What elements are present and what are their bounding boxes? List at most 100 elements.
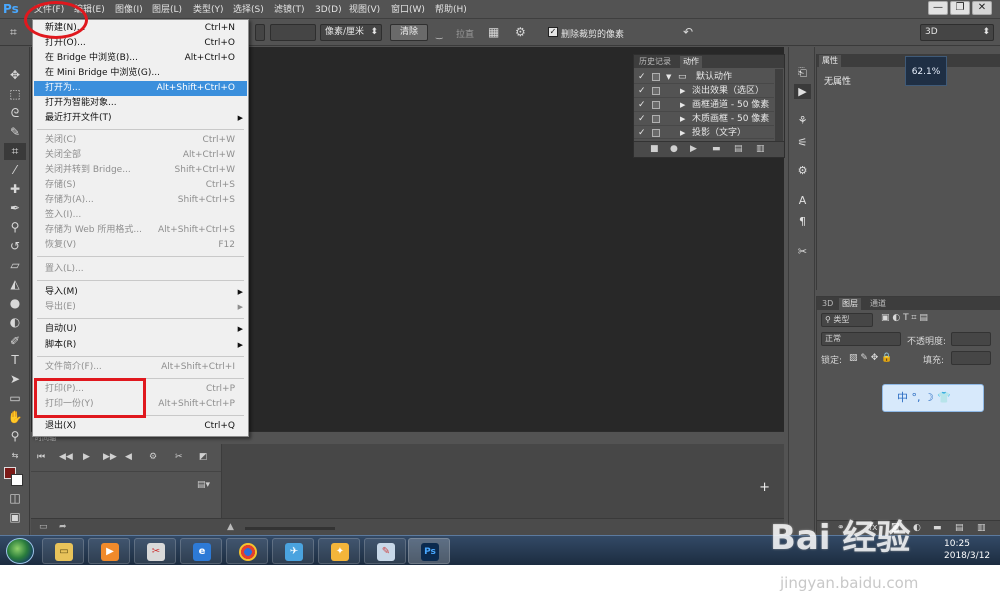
record-icon[interactable]: ● — [670, 144, 678, 154]
minimize-button[interactable]: — — [928, 1, 948, 15]
stop-icon[interactable]: ■ — [650, 144, 659, 154]
trash-icon[interactable]: ▥ — [756, 144, 765, 154]
taskbar-app-3[interactable]: ✂ — [134, 538, 176, 564]
quick-mask-icon[interactable]: ◫ — [4, 490, 26, 507]
menu-item-save-for-web[interactable]: 存储为 Web 所用格式... Alt+Shift+Ctrl+S — [34, 223, 247, 238]
menu-item-close-all[interactable]: 关闭全部 Alt+Ctrl+W — [34, 148, 247, 163]
split-icon[interactable]: ✂ — [175, 452, 183, 462]
taskbar-chrome[interactable] — [226, 538, 268, 564]
menu-item-export[interactable]: 导出(E) ▶ — [34, 300, 247, 315]
menu-item-exit[interactable]: 退出(X) Ctrl+Q — [34, 419, 247, 434]
crop-tool-icon[interactable]: ⌗ — [10, 25, 17, 39]
eraser-tool-icon[interactable]: ▱ — [4, 257, 26, 274]
check-icon[interactable]: ✓ — [638, 126, 646, 138]
menu-filter[interactable]: 滤镜(T) — [274, 3, 305, 17]
grid-overlay-icon[interactable]: ▦ — [488, 25, 499, 39]
ime-toolbar[interactable]: 中 °, ☽ 👕 — [882, 384, 984, 412]
dialog-toggle[interactable] — [652, 101, 660, 109]
menu-layer[interactable]: 图层(L) — [152, 3, 182, 17]
action-row[interactable]: ✓ ▶ 淡出效果（选区） — [634, 84, 774, 98]
first-frame-icon[interactable]: ⏮ — [37, 452, 45, 462]
taskbar-explorer[interactable]: ▭ — [42, 538, 84, 564]
delete-cropped-checkbox[interactable]: ✓ — [548, 27, 558, 37]
close-button[interactable]: ✕ — [972, 1, 992, 15]
clock-date[interactable]: 2018/3/12 — [944, 551, 990, 561]
clear-button[interactable]: 清除 — [390, 24, 428, 41]
dialog-toggle[interactable] — [652, 115, 660, 123]
menu-window[interactable]: 窗口(W) — [391, 3, 425, 17]
check-icon[interactable]: ✓ — [638, 112, 646, 126]
blur-tool-icon[interactable]: ● — [4, 295, 26, 312]
lock-icons[interactable]: ▧ ✎ ✥ 🔒 — [849, 353, 892, 363]
action-row[interactable]: ✓ ▶ 投影（文字） — [634, 126, 774, 139]
menu-item-check-in[interactable]: 签入(I)... — [34, 208, 247, 223]
menu-item-revert[interactable]: 恢复(V) F12 — [34, 238, 247, 253]
menu-view[interactable]: 视图(V) — [349, 3, 380, 17]
chevron-right-icon[interactable]: ▶ — [680, 112, 685, 126]
timeline-zoom-slider[interactable] — [245, 527, 335, 530]
menu-item-browse-mini-bridge[interactable]: 在 Mini Bridge 中浏览(G)... — [34, 66, 247, 81]
type-tool-icon[interactable]: T — [4, 352, 26, 369]
reset-icon[interactable]: ↶ — [683, 25, 693, 39]
menu-item-browse-bridge[interactable]: 在 Bridge 中浏览(B)... Alt+Ctrl+O — [34, 51, 247, 66]
menu-item-open-as-smart-object[interactable]: 打开为智能对象... — [34, 96, 247, 111]
taskbar-paint[interactable]: ✎ — [364, 538, 406, 564]
menu-image[interactable]: 图像(I) — [115, 3, 143, 17]
filter-icons[interactable]: ▣ ◐ T ⌗ ▤ — [881, 313, 928, 323]
brush-preset-icon[interactable]: ⚘ — [794, 113, 811, 128]
opacity-field[interactable] — [951, 332, 991, 346]
add-media-icon[interactable]: + — [759, 480, 770, 495]
history-brush-tool-icon[interactable]: ↺ — [4, 238, 26, 255]
trash-icon[interactable]: ▥ — [977, 523, 986, 533]
layer-kind-filter[interactable]: ⚲ 类型 — [821, 313, 873, 327]
dodge-tool-icon[interactable]: ◐ — [4, 314, 26, 331]
timeline-footer-icon[interactable]: ▭ — [39, 522, 48, 532]
dialog-toggle[interactable] — [652, 129, 660, 137]
menu-help[interactable]: 帮助(H) — [435, 3, 467, 17]
healing-brush-tool-icon[interactable]: ✚ — [4, 181, 26, 198]
zoom-out-icon[interactable]: ▲ — [227, 522, 234, 532]
action-row[interactable]: ✓ ▼ ▭ 默认动作 — [634, 70, 774, 84]
menu-item-automate[interactable]: 自动(U) ▶ — [34, 322, 247, 337]
actions-icon[interactable]: ▶ — [794, 84, 811, 99]
menu-item-open[interactable]: 打开(O)... Ctrl+O — [34, 36, 247, 51]
film-icon[interactable]: ▤▾ — [197, 480, 210, 490]
menu-3d[interactable]: 3D(D) — [315, 3, 342, 17]
menu-item-close-go-bridge[interactable]: 关闭并转到 Bridge... Shift+Ctrl+W — [34, 163, 247, 178]
straighten-label[interactable]: 拉直 — [456, 27, 474, 40]
crop-tool-icon[interactable]: ⌗ — [4, 143, 26, 160]
menu-item-save[interactable]: 存储(S) Ctrl+S — [34, 178, 247, 193]
workspace-select[interactable]: 3D ⬍ — [920, 24, 994, 41]
history-icon[interactable]: ⎗ — [794, 65, 811, 80]
action-row[interactable]: ✓ ▶ 画框通道 - 50 像素 — [634, 98, 774, 112]
restore-button[interactable]: ❐ — [950, 1, 970, 15]
clone-stamp-tool-icon[interactable]: ⚲ — [4, 219, 26, 236]
share-icon[interactable]: ➦ — [59, 522, 67, 532]
tool-presets-icon[interactable]: ✂ — [794, 244, 811, 259]
check-icon[interactable]: ✓ — [638, 70, 646, 84]
actions-scrollbar[interactable] — [775, 69, 783, 141]
eyedropper-tool-icon[interactable]: ⁄ — [4, 162, 26, 179]
hand-tool-icon[interactable]: ✋ — [4, 409, 26, 426]
menu-item-open-as[interactable]: 打开为... Alt+Shift+Ctrl+O — [34, 81, 247, 96]
rectangle-tool-icon[interactable]: ▭ — [4, 390, 26, 407]
play-icon[interactable]: ▶ — [83, 452, 90, 462]
menu-item-scripts[interactable]: 脚本(R) ▶ — [34, 338, 247, 353]
new-set-icon[interactable]: ▬ — [712, 144, 721, 154]
check-icon[interactable]: ✓ — [638, 84, 646, 98]
menu-item-close[interactable]: 关闭(C) Ctrl+W — [34, 133, 247, 148]
check-icon[interactable]: ✓ — [638, 98, 646, 112]
straighten-icon[interactable]: ‿ — [436, 28, 442, 42]
dialog-toggle[interactable] — [652, 73, 660, 81]
next-frame-icon[interactable]: ▶▶ — [103, 452, 117, 462]
paint-bucket-tool-icon[interactable]: ◭ — [4, 276, 26, 293]
play-icon[interactable]: ▶ — [690, 144, 697, 154]
chevron-right-icon[interactable]: ▶ — [680, 84, 685, 98]
option-field-a[interactable] — [255, 24, 265, 41]
character-icon[interactable]: A — [794, 193, 811, 208]
background-color-swatch[interactable] — [11, 474, 23, 486]
paragraph-icon[interactable]: ¶ — [794, 214, 811, 229]
zoom-tool-icon[interactable]: ⚲ — [4, 428, 26, 445]
taskbar-media-player[interactable]: ▶ — [88, 538, 130, 564]
lasso-tool-icon[interactable]: ᘓ — [4, 105, 26, 122]
